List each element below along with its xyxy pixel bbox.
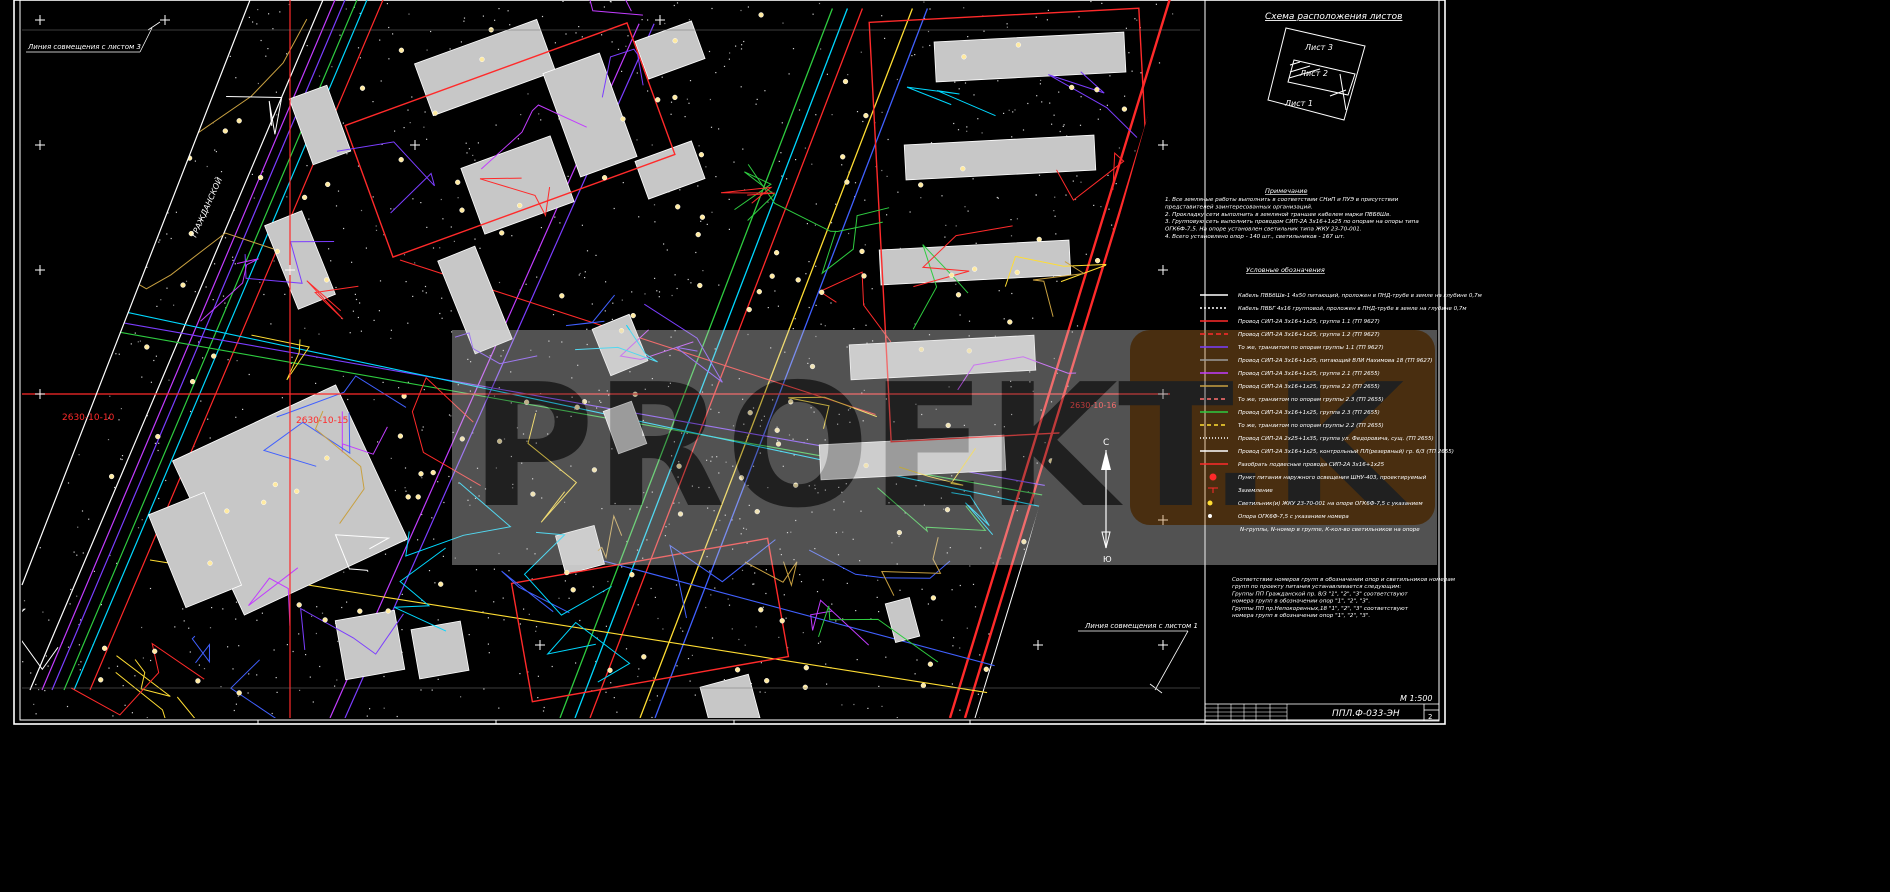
legend-label: Провод СИП-2А 2х25+1х35, группа ул. Федо…: [1238, 436, 1434, 442]
grid-label-left: 2630-10-10: [62, 413, 115, 423]
bottom-note-line: Группы ПП пр.Непокоренных,18 "1", "2", "…: [1232, 606, 1409, 612]
power-point-icon: [1209, 473, 1217, 481]
bottom-note-line: номера групп в обозначении опор "1", "2"…: [1232, 613, 1370, 619]
title-block: М 1:500 ППЛ.Ф-033-ЭН 2: [1204, 694, 1440, 722]
match-line-top: Линия совмещения с листом 3: [26, 21, 161, 53]
legend-label: Провод СИП-2А 3х16+1х25, группа 1.2 (ТП …: [1238, 332, 1380, 338]
bottom-notes: Соответствие номеров групп в обозначении…: [1232, 577, 1456, 619]
street-label: ГРАЖДАНСКОЙ: [188, 175, 224, 239]
legend-label: Заземление: [1238, 488, 1273, 494]
pole-icon: [1208, 514, 1212, 518]
legend-label: Опора ОГК6Ф-7,5 с указанием номера: [1238, 514, 1349, 520]
north-label: С: [1103, 438, 1109, 448]
sheet-number: 2: [1428, 713, 1432, 721]
legend-row: Провод СИП-2А 3х16+1х25, контрольный ПЛ(…: [1200, 449, 1454, 455]
drawing-sheet: Линия совмещения с листом 3 ГРАЖДАНСКОЙ …: [13, 0, 1482, 725]
sheet-layout-title: Схема расположения листов: [1265, 12, 1402, 22]
legend-label: То же, транзитом по опорам группы 1.1 (Т…: [1238, 345, 1384, 351]
legend-row: Кабель ПВБбШв-1 4х50 питающий, проложен …: [1200, 293, 1482, 299]
legend-label: Кабель ПВБГ 4х16 групповой, проложен в П…: [1238, 306, 1467, 312]
note-line: 4. Всего установлено опор - 140 шт., све…: [1165, 234, 1345, 240]
legend-row: Светильник(и) ЖКУ 23-70-001 на опоре ОГК…: [1207, 500, 1423, 507]
legend-label: Пункт питания наружного освещения ШНУ-40…: [1238, 475, 1427, 481]
sheet-layout-sheet2: Лист 2: [1299, 69, 1328, 78]
legend-label: Провод СИП-2А 3х16+1х25, группа 2.2 (ТП …: [1238, 384, 1380, 390]
grid-label-center: 2630-10-15: [296, 416, 348, 426]
bottom-note-line: Соответствие номеров групп в обозначении…: [1232, 577, 1456, 583]
match-line-bottom-label: Линия совмещения с листом 1: [1084, 622, 1198, 630]
legend-row: Кабель ПВБГ 4х16 групповой, проложен в П…: [1200, 306, 1467, 312]
legend-extra: N-группы, N-номер в группе, К-кол-во све…: [1240, 527, 1420, 533]
legend-row: Пункт питания наружного освещения ШНУ-40…: [1209, 473, 1427, 481]
legend-title: Условные обозначения: [1246, 266, 1325, 274]
legend-label: Светильник(и) ЖКУ 23-70-001 на опоре ОГК…: [1238, 501, 1423, 507]
south-label: Ю: [1103, 555, 1112, 564]
sheet-layout-sheet3: Лист 3: [1304, 43, 1333, 52]
sheet-layout-sheet1: Лист 1: [1284, 99, 1313, 108]
notes-block: Примечание 1. Все земляные работы выполн…: [1165, 187, 1419, 240]
legend-label: То же, транзитом по опорам группы 2.2 (Т…: [1238, 423, 1384, 429]
legend-label: Провод СИП-2А 3х16+1х25, группа 1.1 (ТП …: [1238, 319, 1380, 325]
legend-label: То же, транзитом по опорам группы 2.3 (Т…: [1238, 397, 1384, 403]
bottom-note-line: Группы ПП Гражданской пр. 8/3 "1", "2", …: [1232, 591, 1408, 597]
notes-title: Примечание: [1265, 187, 1307, 195]
match-line-top-label: Линия совмещения с листом 3: [27, 43, 141, 51]
note-line: представителей заинтересованных организа…: [1165, 204, 1313, 210]
note-line: 3. Групповую сеть выполнить проводом СИП…: [1165, 219, 1419, 225]
note-line: 2. Прокладку сети выполнить в земляной т…: [1165, 212, 1391, 218]
document-code: ППЛ.Ф-033-ЭН: [1332, 709, 1400, 719]
note-line: 1. Все земляные работы выполнить в соотв…: [1165, 197, 1399, 203]
legend-label: Разобрать подвесные провода СИП-2А 3х16+…: [1238, 462, 1385, 468]
bottom-note-line: групп по проекту питания устанавливается…: [1232, 584, 1401, 590]
scale-label: М 1:500: [1400, 694, 1433, 703]
legend-label: Провод СИП-2А 3х16+1х25, группа 2.3 (ТП …: [1238, 410, 1380, 416]
legend-row: Провод СИП-2А 3х16+1х25, группа 1.1 (ТП …: [1200, 319, 1380, 325]
luminaire-icon: [1207, 500, 1213, 506]
note-line: ОГК6Ф-7,5. На опоре установлен светильни…: [1165, 227, 1362, 233]
legend-label: Кабель ПВБбШв-1 4х50 питающий, проложен …: [1238, 293, 1482, 299]
bottom-note-line: номера групп в обозначении опор "1", "2"…: [1232, 599, 1370, 605]
sheet-layout-scheme: Схема расположения листов Лист 3 Лист 2 …: [1265, 12, 1402, 121]
match-line-bottom: Линия совмещения с листом 1: [1078, 622, 1198, 694]
legend-label: Провод СИП-2А 3х16+1х25, группа 2.1 (ТП …: [1238, 371, 1380, 377]
legend-label: Провод СИП-2А 3х16+1х25, контрольный ПЛ(…: [1238, 449, 1454, 455]
legend-label: Провод СИП-2А 3х16+1х25, питающий ВЛИ На…: [1238, 358, 1433, 364]
